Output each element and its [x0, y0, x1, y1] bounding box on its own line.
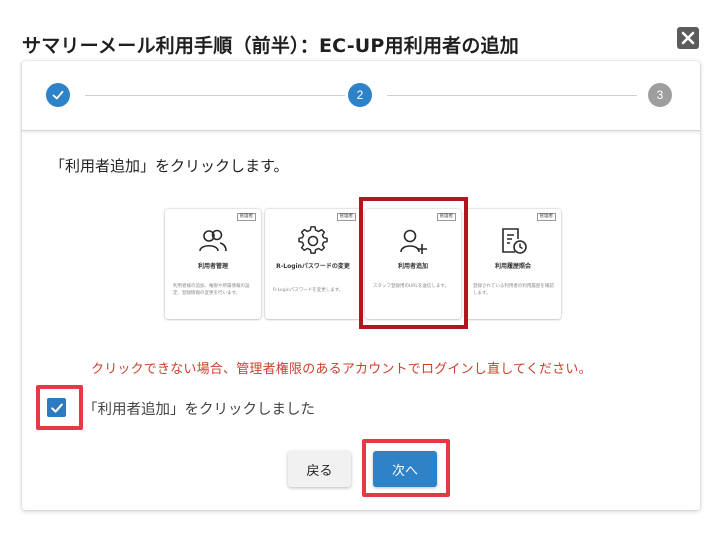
permission-warning: クリックできない場合、管理者権限のあるアカウントでログインし直してください。	[91, 362, 592, 377]
back-button[interactable]: 戻る	[288, 451, 351, 487]
next-button[interactable]: 次へ	[373, 451, 437, 487]
check-icon	[52, 90, 64, 100]
instruction-text: 「利用者追加」をクリックします。	[50, 157, 289, 175]
stepper: 2 3	[22, 61, 700, 131]
tile-usage-history: 管理者 利用履歴照会 登録されている利用者の利用履歴を確認します。	[465, 209, 561, 319]
gear-icon	[298, 226, 328, 254]
close-icon	[681, 31, 695, 45]
add-user-highlight	[359, 197, 468, 329]
tile-title: 利用者管理	[197, 263, 228, 270]
step-connector	[85, 95, 345, 96]
tile-title: R-Loginパスワードの変更	[276, 263, 350, 270]
dialog-title: サマリーメール利用手順（前半）：EC-UP用利用者の追加	[22, 35, 519, 57]
users-icon	[199, 229, 227, 252]
tile-title: 利用履歴照会	[494, 263, 531, 270]
checkmark-icon	[50, 403, 63, 413]
step-3-inactive: 3	[648, 83, 672, 107]
tile-description: 登録されている利用者の利用履歴を確認します。	[473, 284, 554, 296]
confirm-checkbox-label[interactable]: 「利用者追加」をクリックしました	[83, 398, 315, 419]
step-2-active: 2	[348, 83, 372, 107]
close-button[interactable]	[677, 27, 699, 49]
step-connector	[387, 95, 637, 96]
step-1-completed	[46, 83, 70, 107]
confirm-checkbox[interactable]	[47, 398, 66, 417]
admin-badge: 管理者	[536, 213, 556, 221]
tile-description: 利用者様の追加、権限や所属情報の設定、登録情報の変更を行います。	[173, 284, 250, 296]
tile-description: R-Loginパスワードを変更します。	[273, 288, 344, 293]
admin-badge: 管理者	[336, 213, 356, 221]
step-number: 3	[656, 88, 664, 102]
history-icon	[502, 228, 527, 254]
tile-password-change: 管理者 R-Loginパスワードの変更 R-Loginパスワードを変更します。	[265, 209, 361, 319]
admin-badge: 管理者	[236, 213, 256, 221]
step-number: 2	[356, 88, 364, 102]
tile-user-management: 管理者 利用者管理 利用者様の追加、権限や所属情報の設定、登録情報の変更を行いま…	[165, 209, 261, 319]
